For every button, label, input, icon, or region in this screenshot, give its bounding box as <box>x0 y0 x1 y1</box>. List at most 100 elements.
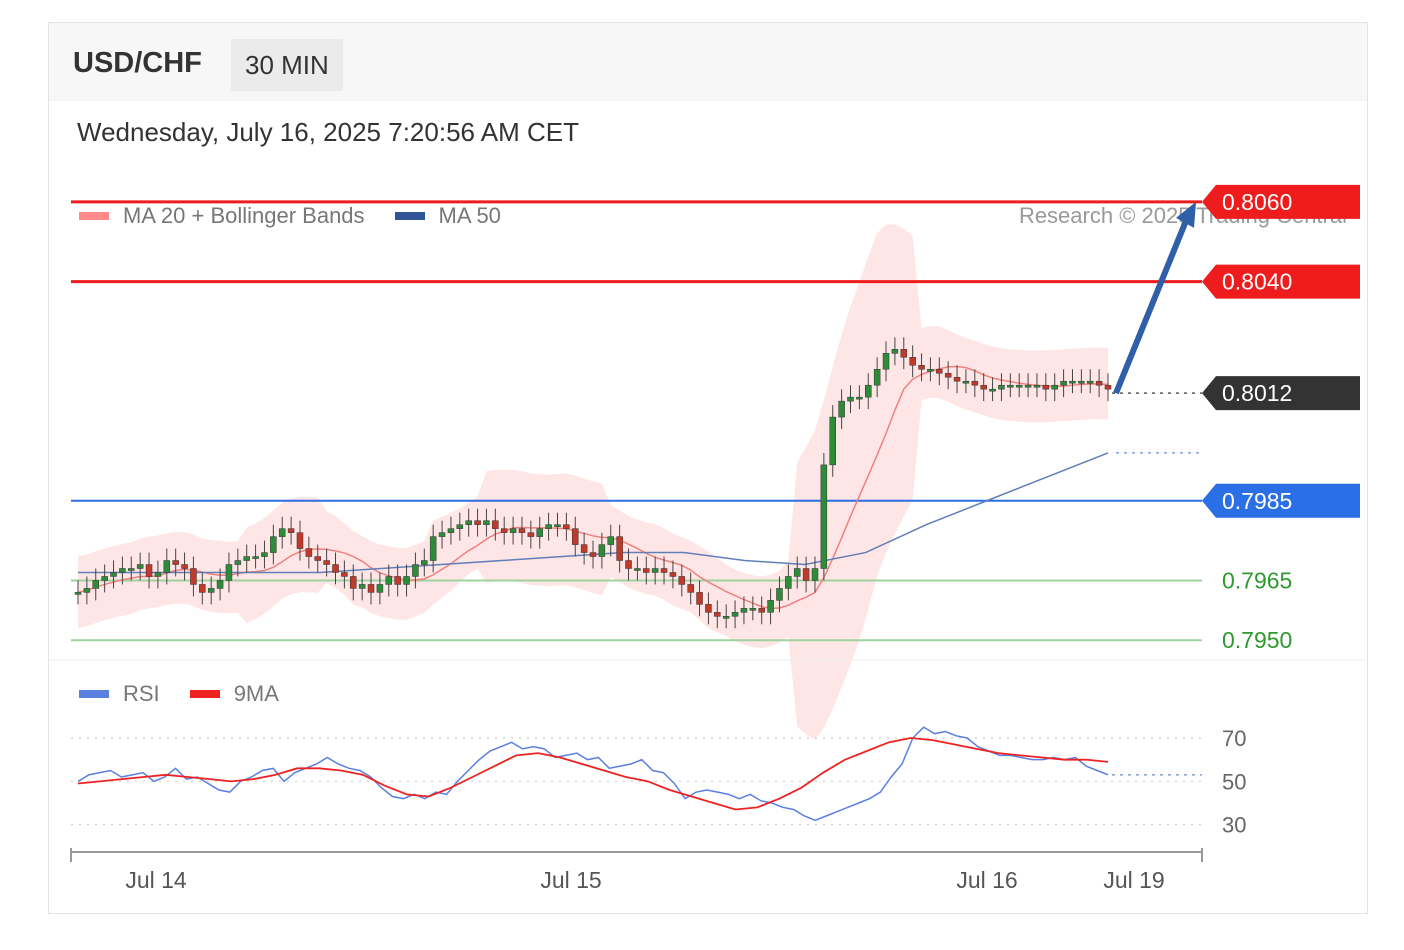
candle-body <box>731 612 739 617</box>
candle-body <box>856 396 863 400</box>
candle-body <box>305 548 313 557</box>
candle-body <box>820 464 828 569</box>
candle-body <box>216 580 224 589</box>
candle-body <box>554 524 561 527</box>
candle-body <box>607 536 615 545</box>
candle-body <box>989 388 996 392</box>
candle-body <box>838 400 845 418</box>
candle-body <box>385 576 393 585</box>
candle-body <box>199 584 206 593</box>
candle-body <box>1033 384 1041 388</box>
candle-body <box>882 353 890 370</box>
candle-body <box>696 592 703 605</box>
candle-body <box>412 564 419 577</box>
candle-body <box>1024 384 1032 388</box>
x-tick-label: Jul 16 <box>956 867 1017 893</box>
candle-body <box>403 576 410 585</box>
candle-body <box>1007 384 1014 388</box>
candle-body <box>927 368 934 372</box>
candle-body <box>669 572 677 577</box>
candle-body <box>1086 380 1094 384</box>
candle-body <box>332 564 339 573</box>
level-label-0.7950: 0.7950 <box>1222 627 1292 653</box>
rsi-tick-label: 50 <box>1222 769 1246 794</box>
candle-body <box>687 584 694 593</box>
candle-body <box>580 544 588 553</box>
candle-body <box>421 560 428 565</box>
chart-svg: 0.8060 0.8040 0.8012 0.7985 0.7965 0.7950 70 50… <box>49 184 1365 893</box>
candle-body <box>714 612 721 617</box>
candle-body <box>900 349 908 358</box>
candle-body <box>367 584 375 593</box>
rsi-9ma-line <box>77 737 1109 811</box>
rsi-tick-label: 70 <box>1222 726 1246 751</box>
candle-body <box>136 564 144 569</box>
candle-body <box>847 396 854 402</box>
level-label-0.8060: 0.8060 <box>1222 189 1292 215</box>
candle-body <box>110 572 117 577</box>
candle-body <box>998 384 1005 390</box>
candle-body <box>314 556 321 561</box>
candle-body <box>722 616 730 619</box>
candle-body <box>953 376 961 382</box>
rsi-tick-label: 30 <box>1222 813 1246 838</box>
candle-body <box>1060 380 1067 386</box>
bollinger-band-area <box>78 224 1108 740</box>
candle-body <box>536 528 543 537</box>
candle-body <box>643 568 650 573</box>
candle-body <box>296 532 304 549</box>
candle-body <box>181 564 188 569</box>
candle-body <box>252 556 259 559</box>
candle-body <box>341 572 348 577</box>
candle-body <box>83 588 91 593</box>
candle-body <box>101 576 108 581</box>
candle-body <box>651 568 659 573</box>
candle-body <box>74 592 82 595</box>
candle-body <box>740 608 748 613</box>
candle-body <box>634 568 641 571</box>
candle-body <box>802 568 810 581</box>
candle-body <box>598 544 606 557</box>
candle-body <box>527 532 535 537</box>
candle-body <box>119 568 126 573</box>
projection-arrow-shaft <box>1113 214 1191 395</box>
candle-body <box>474 520 481 525</box>
candle-body <box>1078 380 1085 384</box>
candle-body <box>563 524 570 529</box>
candle-body <box>865 384 872 398</box>
level-label-0.7965: 0.7965 <box>1222 567 1292 593</box>
candle-body <box>749 608 757 611</box>
candle-body <box>465 520 472 525</box>
candle-body <box>394 576 401 585</box>
candle-body <box>456 524 464 529</box>
level-label-0.8012: 0.8012 <box>1222 380 1292 406</box>
candle-body <box>918 365 925 370</box>
candle-body <box>971 380 979 386</box>
candle-body <box>145 564 153 577</box>
candle-body <box>429 536 437 561</box>
candle-body <box>243 556 250 561</box>
candle-body <box>962 380 970 384</box>
candle-body <box>767 600 774 613</box>
candle-body <box>705 604 712 613</box>
candle-body <box>376 584 384 593</box>
candle-body <box>92 580 100 589</box>
candle-body <box>483 520 490 525</box>
candle-body <box>190 568 197 585</box>
candle-body <box>509 528 517 533</box>
level-label-0.8040: 0.8040 <box>1222 269 1292 295</box>
x-tick-label: Jul 19 <box>1103 867 1164 893</box>
candle-body <box>758 608 765 613</box>
candle-body <box>261 552 268 557</box>
candle-body <box>270 536 277 553</box>
candle-body <box>785 576 792 589</box>
candle-body <box>518 528 526 533</box>
candle-body <box>172 560 179 565</box>
candle-body <box>1015 384 1023 388</box>
candle-body <box>936 368 943 374</box>
candle-body <box>1051 384 1058 390</box>
x-tick-label: Jul 14 <box>125 867 187 893</box>
candle-body <box>660 568 668 573</box>
candle-body <box>163 560 171 573</box>
candle-body <box>278 528 286 537</box>
